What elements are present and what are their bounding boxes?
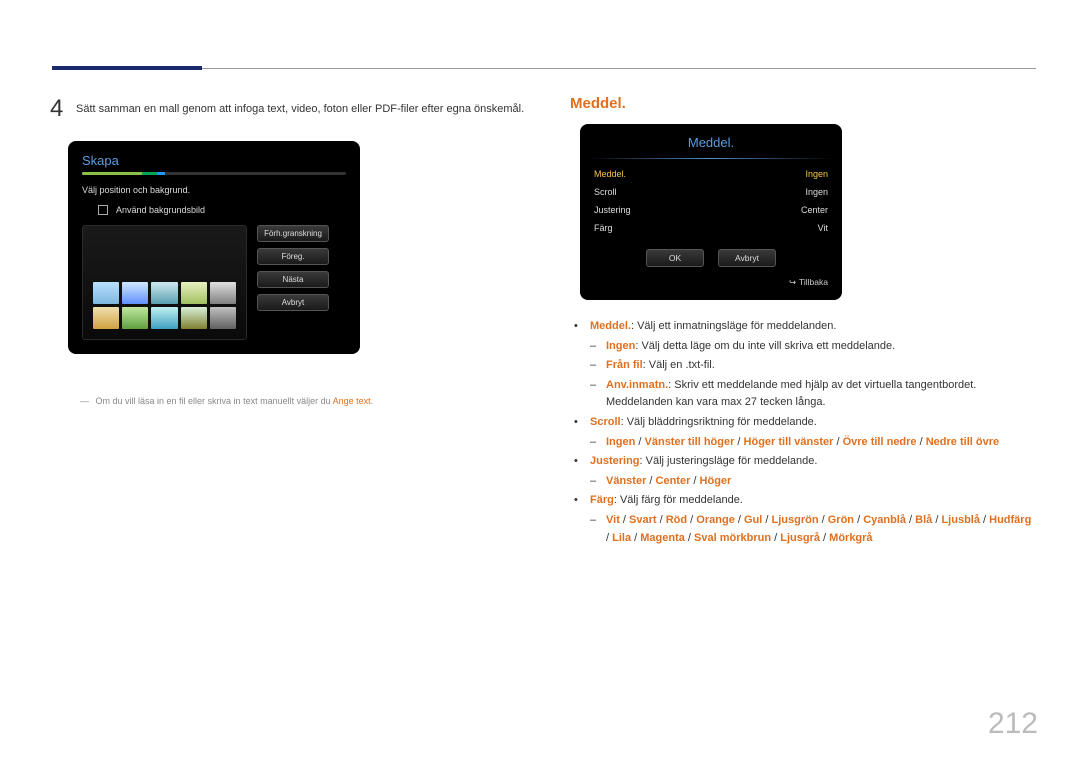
preview-button[interactable]: Förh.granskning: [257, 225, 329, 242]
footnote: ― Om du vill läsa in en fil eller skriva…: [80, 396, 540, 406]
thumbnail[interactable]: [210, 282, 236, 304]
footnote-prefix: Om du vill läsa in en fil eller skriva i…: [96, 396, 333, 406]
sub-bullet-text: Vänster / Center / Höger: [606, 473, 731, 491]
bullet-text: Färg: Välj färg för meddelande.: [590, 492, 743, 510]
prev-button[interactable]: Föreg.: [257, 248, 329, 265]
checkbox-icon[interactable]: [98, 205, 108, 215]
setting-value: Vit: [818, 223, 828, 233]
next-button[interactable]: Nästa: [257, 271, 329, 288]
setting-value: Ingen: [805, 169, 828, 179]
thumbnail[interactable]: [181, 307, 207, 329]
setting-label: Justering: [594, 205, 631, 215]
progress-bar: [82, 172, 346, 175]
sub-bullet-text: Från fil: Välj en .txt-fil.: [606, 357, 715, 375]
thumbnail[interactable]: [210, 307, 236, 329]
left-column: 4 Sätt samman en mall genom att infoga t…: [50, 95, 540, 549]
setting-row-justering[interactable]: Justering Center: [594, 201, 828, 219]
thumbnail[interactable]: [122, 307, 148, 329]
template-preview-area: [82, 225, 247, 340]
setting-row-farg[interactable]: Färg Vit: [594, 219, 828, 237]
setting-row-scroll[interactable]: Scroll Ingen: [594, 183, 828, 201]
setting-row-meddel[interactable]: Meddel. Ingen: [594, 165, 828, 183]
skapa-title: Skapa: [82, 153, 346, 168]
setting-label: Färg: [594, 223, 613, 233]
skapa-subtitle: Välj position och bakgrund.: [82, 185, 346, 195]
sub-bullet-text: Anv.inmatn.: Skriv ett meddelande med hj…: [606, 377, 1036, 412]
cancel-button[interactable]: Avbryt: [718, 249, 776, 267]
sub-bullet-text: Vit / Svart / Röd / Orange / Gul / Ljusg…: [606, 512, 1036, 547]
thumbnail[interactable]: [181, 282, 207, 304]
meddel-panel: Meddel. Meddel. Ingen Scroll Ingen Juste…: [580, 124, 842, 300]
step-text: Sätt samman en mall genom att infoga tex…: [76, 95, 524, 115]
setting-label: Meddel.: [594, 169, 626, 179]
setting-value: Center: [801, 205, 828, 215]
back-row[interactable]: ↩Tillbaka: [580, 267, 842, 290]
checkbox-label: Använd bakgrundsbild: [116, 205, 205, 215]
setting-label: Scroll: [594, 187, 617, 197]
page-number: 212: [988, 707, 1038, 741]
use-background-checkbox-row[interactable]: Använd bakgrundsbild: [98, 205, 346, 215]
cancel-button[interactable]: Avbryt: [257, 294, 329, 311]
bullet-text: Scroll: Välj bläddringsriktning för medd…: [590, 414, 817, 432]
thumbnail[interactable]: [93, 282, 119, 304]
footnote-action: Ange text: [333, 396, 371, 406]
back-label: Tillbaka: [799, 277, 828, 287]
right-column: Meddel. Meddel. Meddel. Ingen Scroll Ing…: [570, 95, 1036, 549]
bullet-text: Justering: Välj justeringsläge för medde…: [590, 453, 817, 471]
bullet-text: Meddel.: Välj ett inmatningsläge för med…: [590, 318, 836, 336]
thumbnail[interactable]: [122, 282, 148, 304]
thumbnail[interactable]: [151, 307, 177, 329]
title-underline: [590, 158, 832, 159]
return-icon: ↩: [789, 277, 796, 288]
footnote-suffix: .: [371, 396, 374, 406]
thumbnail[interactable]: [151, 282, 177, 304]
ok-button[interactable]: OK: [646, 249, 704, 267]
skapa-panel: Skapa Välj position och bakgrund. Använd…: [68, 141, 360, 354]
thumbnail[interactable]: [93, 307, 119, 329]
meddel-heading: Meddel.: [570, 95, 1036, 112]
description-list: • Meddel.: Välj ett inmatningsläge för m…: [570, 318, 1036, 547]
step-number: 4: [50, 95, 76, 123]
thumbnail-grid: [93, 282, 236, 329]
sub-bullet-text: Ingen: Välj detta läge om du inte vill s…: [606, 338, 895, 356]
sub-bullet-text: Ingen / Vänster till höger / Höger till …: [606, 434, 999, 452]
meddel-panel-title: Meddel.: [688, 135, 734, 150]
header-accent: [52, 66, 202, 70]
setting-value: Ingen: [805, 187, 828, 197]
